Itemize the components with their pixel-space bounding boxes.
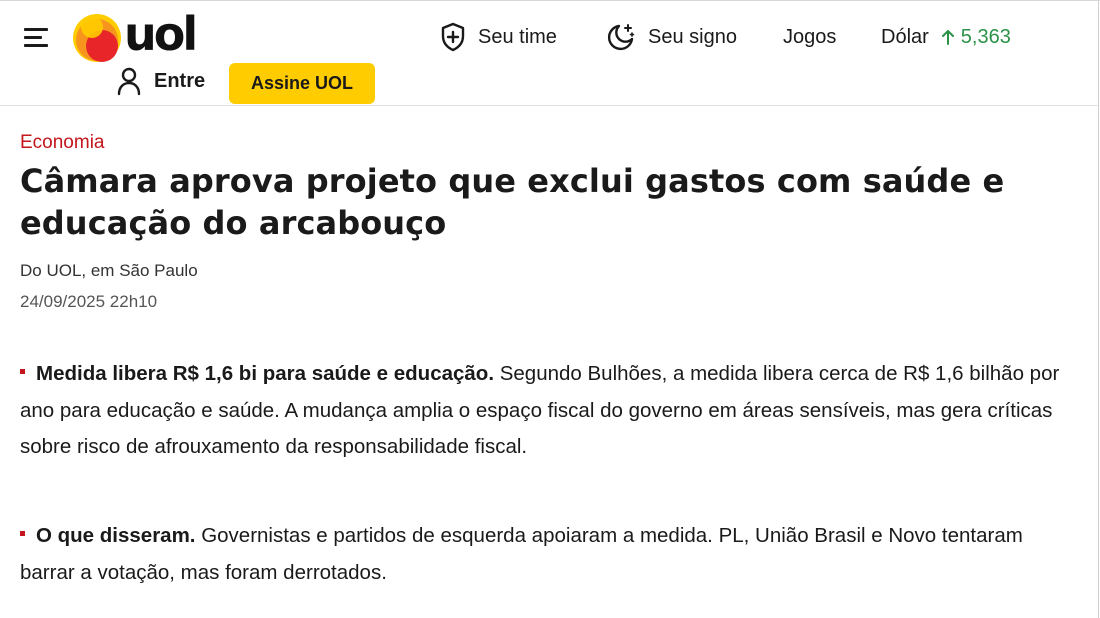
nav-seu-signo-label: Seu signo bbox=[648, 25, 737, 48]
login-link[interactable]: Entre bbox=[116, 65, 205, 97]
nav-seu-time-label: Seu time bbox=[478, 25, 557, 48]
section-link[interactable]: Economia bbox=[20, 132, 105, 154]
subscribe-button[interactable]: Assine UOL bbox=[229, 63, 375, 104]
article-byline: Do UOL, em São Paulo bbox=[20, 261, 198, 280]
hamburger-menu-icon[interactable] bbox=[24, 28, 48, 48]
logo-wordmark: uol bbox=[124, 7, 198, 61]
dolar-value: 5,363 bbox=[960, 25, 1011, 48]
nav-seu-time[interactable]: Seu time bbox=[440, 21, 557, 53]
dolar-label: Dólar bbox=[881, 25, 929, 48]
paragraph-lead: O que disseram. bbox=[36, 524, 196, 547]
right-border bbox=[1098, 1, 1099, 618]
login-label: Entre bbox=[154, 69, 206, 92]
user-icon bbox=[117, 67, 141, 96]
paragraph-lead: Medida libera R$ 1,6 bi para saúde e edu… bbox=[36, 362, 495, 385]
shield-plus-icon bbox=[441, 22, 465, 52]
page: uol Seu time Seu signo Jogos Dólar 5,363… bbox=[0, 0, 1100, 618]
nav-jogos-label: Jogos bbox=[783, 25, 837, 48]
bullet-square-icon bbox=[20, 369, 25, 374]
dolar-quote: 5,363 bbox=[941, 26, 1011, 49]
article-paragraph: Medida libera R$ 1,6 bi para saúde e edu… bbox=[20, 356, 1080, 466]
site-header: uol Seu time Seu signo Jogos Dólar 5,363… bbox=[0, 1, 1098, 106]
arrow-up-icon bbox=[941, 30, 954, 45]
article-headline: Câmara aprova projeto que exclui gastos … bbox=[20, 162, 1005, 242]
article-date: 24/09/2025 22h10 bbox=[20, 292, 158, 311]
nav-jogos[interactable]: Jogos bbox=[783, 21, 836, 53]
nav-seu-signo[interactable]: Seu signo bbox=[606, 21, 737, 53]
moon-stars-icon bbox=[607, 24, 635, 51]
article-paragraph: O que disseram. Governistas e partidos d… bbox=[20, 518, 1080, 591]
uol-logo-mark-icon bbox=[73, 14, 121, 62]
uol-logo[interactable]: uol bbox=[72, 7, 212, 63]
nav-dolar[interactable]: Dólar 5,363 bbox=[881, 21, 1011, 53]
bullet-square-icon bbox=[20, 531, 25, 536]
